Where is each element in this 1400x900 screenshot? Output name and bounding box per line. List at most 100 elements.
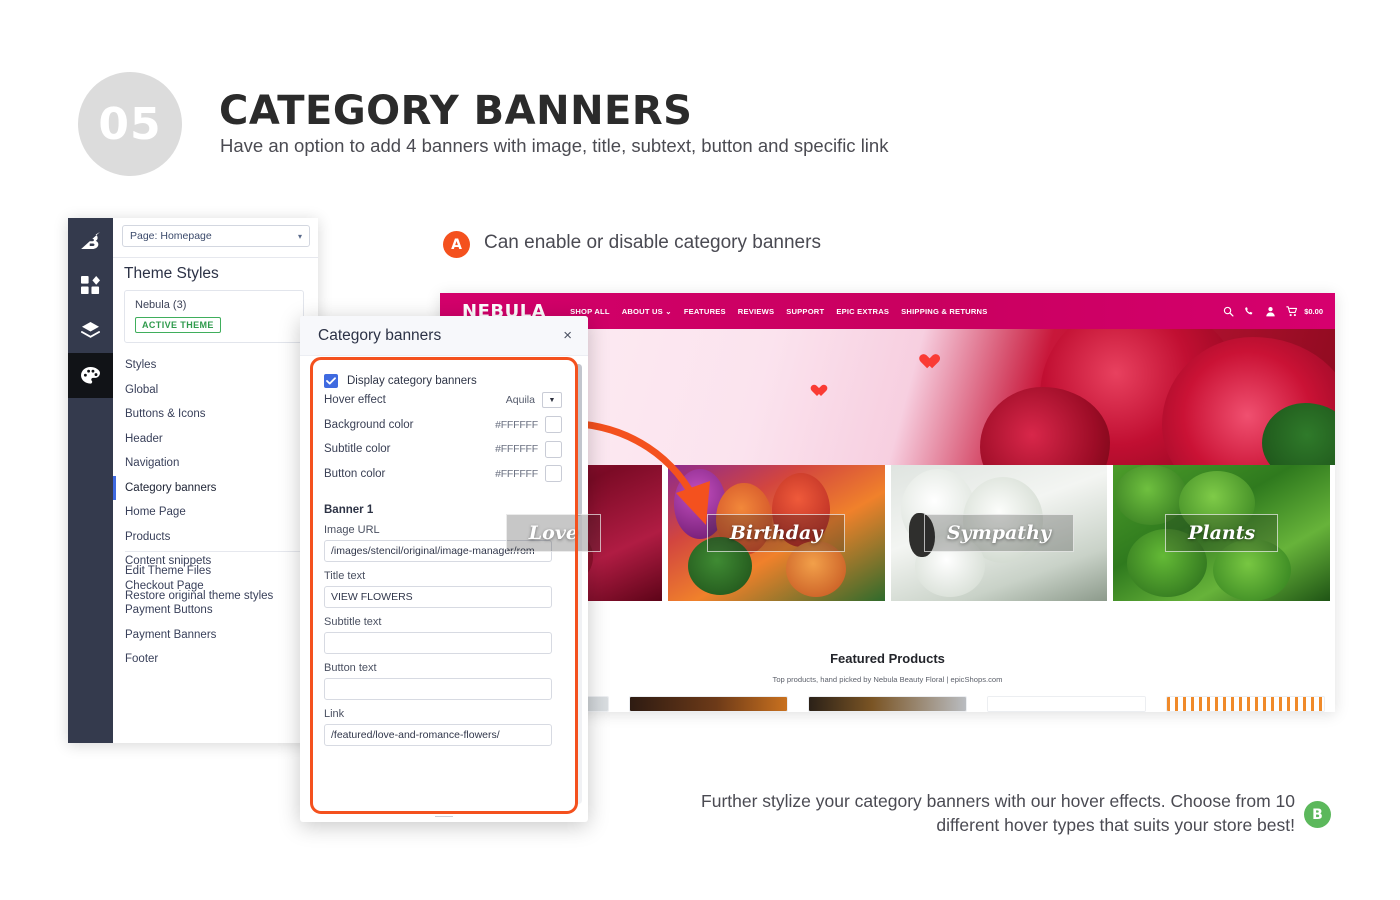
nav-item-about-us[interactable]: ABOUT US ⌄ bbox=[622, 307, 672, 316]
category-banner-frame: Birthday bbox=[706, 514, 846, 552]
link-field: Link /featured/love-and-romance-flowers/ bbox=[324, 708, 552, 746]
theme-name: Nebula (3) bbox=[135, 299, 187, 311]
sidebar-item-category-banners[interactable]: Category banners › bbox=[113, 475, 318, 501]
product-card[interactable] bbox=[808, 696, 967, 712]
annotation-badge-a: A bbox=[443, 231, 470, 258]
check-icon bbox=[326, 377, 336, 385]
theme-editor-body: Page: Homepage ▾ Theme Styles Nebula (3)… bbox=[113, 218, 318, 743]
button-color-row: Button color #FFFFFF bbox=[324, 462, 572, 487]
title-text-input[interactable]: VIEW FLOWERS bbox=[324, 586, 552, 608]
background-color-label: Background color bbox=[324, 418, 414, 431]
display-category-banners-checkbox[interactable] bbox=[324, 374, 338, 388]
title-text-label: Title text bbox=[324, 570, 366, 582]
page-subtitle: Have an option to add 4 banners with ima… bbox=[220, 135, 889, 156]
edit-theme-files-link[interactable]: Edit Theme Files bbox=[113, 558, 318, 583]
chevron-down-icon: ▾ bbox=[297, 231, 302, 241]
hover-effect-row: Hover effect Aquila ▼ bbox=[324, 388, 572, 413]
sidebar-item-buttons-icons[interactable]: Buttons & Icons › bbox=[113, 402, 318, 427]
bigcommerce-logo-icon[interactable] bbox=[68, 218, 113, 263]
link-label: Restore original theme styles bbox=[125, 589, 274, 602]
subtitle-text-label: Subtitle text bbox=[324, 616, 382, 628]
status-badge: ACTIVE THEME bbox=[135, 317, 221, 333]
store-navigation: SHOP ALL ABOUT US ⌄ FEATURES REVIEWS SUP… bbox=[570, 307, 987, 316]
subtitle-color-row: Subtitle color #FFFFFF bbox=[324, 437, 572, 462]
nav-item-reviews[interactable]: REVIEWS bbox=[738, 307, 774, 316]
product-card[interactable] bbox=[629, 696, 788, 712]
category-banner-frame: Sympathy bbox=[923, 514, 1074, 552]
menu-label: Header bbox=[125, 432, 163, 445]
menu-label: Buttons & Icons bbox=[125, 408, 206, 421]
sidebar-item-navigation[interactable]: Navigation › bbox=[113, 451, 318, 476]
search-icon[interactable] bbox=[1223, 306, 1234, 317]
nav-item-features[interactable]: FEATURES bbox=[684, 307, 726, 316]
annotation-text-b: Further stylize your category banners wi… bbox=[701, 791, 1295, 835]
menu-label: Products bbox=[125, 530, 171, 543]
page-title: CATEGORY BANNERS bbox=[219, 88, 693, 134]
display-category-banners-row[interactable]: Display category banners bbox=[324, 374, 572, 388]
category-banner-label: Sympathy bbox=[946, 522, 1051, 544]
sidebar-item-footer[interactable]: Footer › bbox=[113, 647, 318, 672]
dialog-resize-handle[interactable] bbox=[435, 812, 453, 818]
restore-theme-styles-link[interactable]: Restore original theme styles bbox=[113, 583, 318, 608]
subtitle-color-swatch[interactable] bbox=[545, 440, 562, 458]
menu-label: Footer bbox=[125, 653, 159, 666]
category-banner-label: Plants bbox=[1188, 522, 1256, 544]
hover-effect-select[interactable]: ▼ bbox=[542, 392, 562, 409]
palette-icon[interactable] bbox=[68, 353, 113, 398]
sidebar-item-home-page[interactable]: Home Page › bbox=[113, 500, 318, 525]
product-image bbox=[988, 697, 1145, 711]
cart-icon[interactable] bbox=[1286, 305, 1298, 317]
subtitle-text-input[interactable] bbox=[324, 632, 552, 654]
dialog-content: Display category banners Hover effect Aq… bbox=[314, 364, 572, 808]
sidebar-item-global[interactable]: Global › bbox=[113, 378, 318, 403]
cart-total: $0.00 bbox=[1304, 306, 1323, 316]
product-card[interactable] bbox=[1166, 696, 1325, 712]
menu-label: Home Page bbox=[125, 506, 186, 519]
active-theme-card[interactable]: Nebula (3) ACTIVE THEME bbox=[124, 290, 304, 343]
nav-item-shipping-returns[interactable]: SHIPPING & RETURNS bbox=[901, 307, 987, 316]
button-text-label: Button text bbox=[324, 662, 377, 674]
nav-item-shop-all[interactable]: SHOP ALL bbox=[570, 307, 610, 316]
close-icon[interactable]: × bbox=[563, 328, 572, 343]
background-color-value: #FFFFFF bbox=[495, 418, 538, 431]
layers-icon[interactable] bbox=[68, 308, 113, 353]
apps-grid-icon[interactable] bbox=[68, 263, 113, 308]
theme-settings-menu: Styles › Global › Buttons & Icons › Head… bbox=[113, 353, 318, 672]
sidebar-item-header[interactable]: Header › bbox=[113, 427, 318, 452]
title-text-field: Title text VIEW FLOWERS bbox=[324, 570, 552, 608]
nav-item-epic-extras[interactable]: EPIC EXTRAS bbox=[836, 307, 889, 316]
phone-icon[interactable] bbox=[1244, 306, 1255, 317]
dialog-scrollbar[interactable] bbox=[575, 364, 582, 804]
sidebar-item-products[interactable]: Products › bbox=[113, 525, 318, 550]
button-color-swatch[interactable] bbox=[545, 465, 562, 483]
link-input[interactable]: /featured/love-and-romance-flowers/ bbox=[324, 724, 552, 746]
page-select-value: Page: Homepage bbox=[130, 230, 212, 242]
subtitle-text-field: Subtitle text bbox=[324, 616, 552, 654]
dialog-scrollbar-thumb[interactable] bbox=[575, 364, 582, 516]
sidebar-item-payment-banners[interactable]: Payment Banners › bbox=[113, 623, 318, 648]
heart-decoration bbox=[814, 385, 827, 397]
background-color-swatch[interactable] bbox=[545, 416, 562, 434]
user-icon[interactable] bbox=[1265, 306, 1276, 317]
button-text-input[interactable] bbox=[324, 678, 552, 700]
link-label: Edit Theme Files bbox=[125, 564, 212, 577]
dialog-title: Category banners bbox=[318, 326, 442, 344]
product-image bbox=[809, 697, 966, 711]
sidebar-item-styles[interactable]: Styles › bbox=[113, 353, 318, 378]
nav-item-support[interactable]: SUPPORT bbox=[786, 307, 824, 316]
menu-label: Global bbox=[125, 383, 159, 396]
page-header: 05 CATEGORY BANNERS Have an option to ad… bbox=[0, 0, 1400, 215]
product-card[interactable] bbox=[987, 696, 1146, 712]
subtitle-color-label: Subtitle color bbox=[324, 443, 391, 456]
category-banner-label: Love bbox=[528, 522, 578, 544]
theme-editor-panel: Page: Homepage ▾ Theme Styles Nebula (3)… bbox=[68, 218, 318, 743]
product-image bbox=[630, 697, 787, 711]
category-banner-tile[interactable]: Plants bbox=[1113, 465, 1330, 601]
annotation-text-a: Can enable or disable category banners bbox=[484, 232, 821, 253]
store-header-actions: $0.00 bbox=[1223, 305, 1323, 317]
category-banner-label: Birthday bbox=[729, 522, 823, 544]
theme-styles-heading: Theme Styles bbox=[124, 265, 219, 282]
category-banner-tile[interactable]: Sympathy bbox=[890, 465, 1108, 601]
page-select-dropdown[interactable]: Page: Homepage ▾ bbox=[122, 225, 310, 247]
button-color-label: Button color bbox=[324, 467, 386, 480]
